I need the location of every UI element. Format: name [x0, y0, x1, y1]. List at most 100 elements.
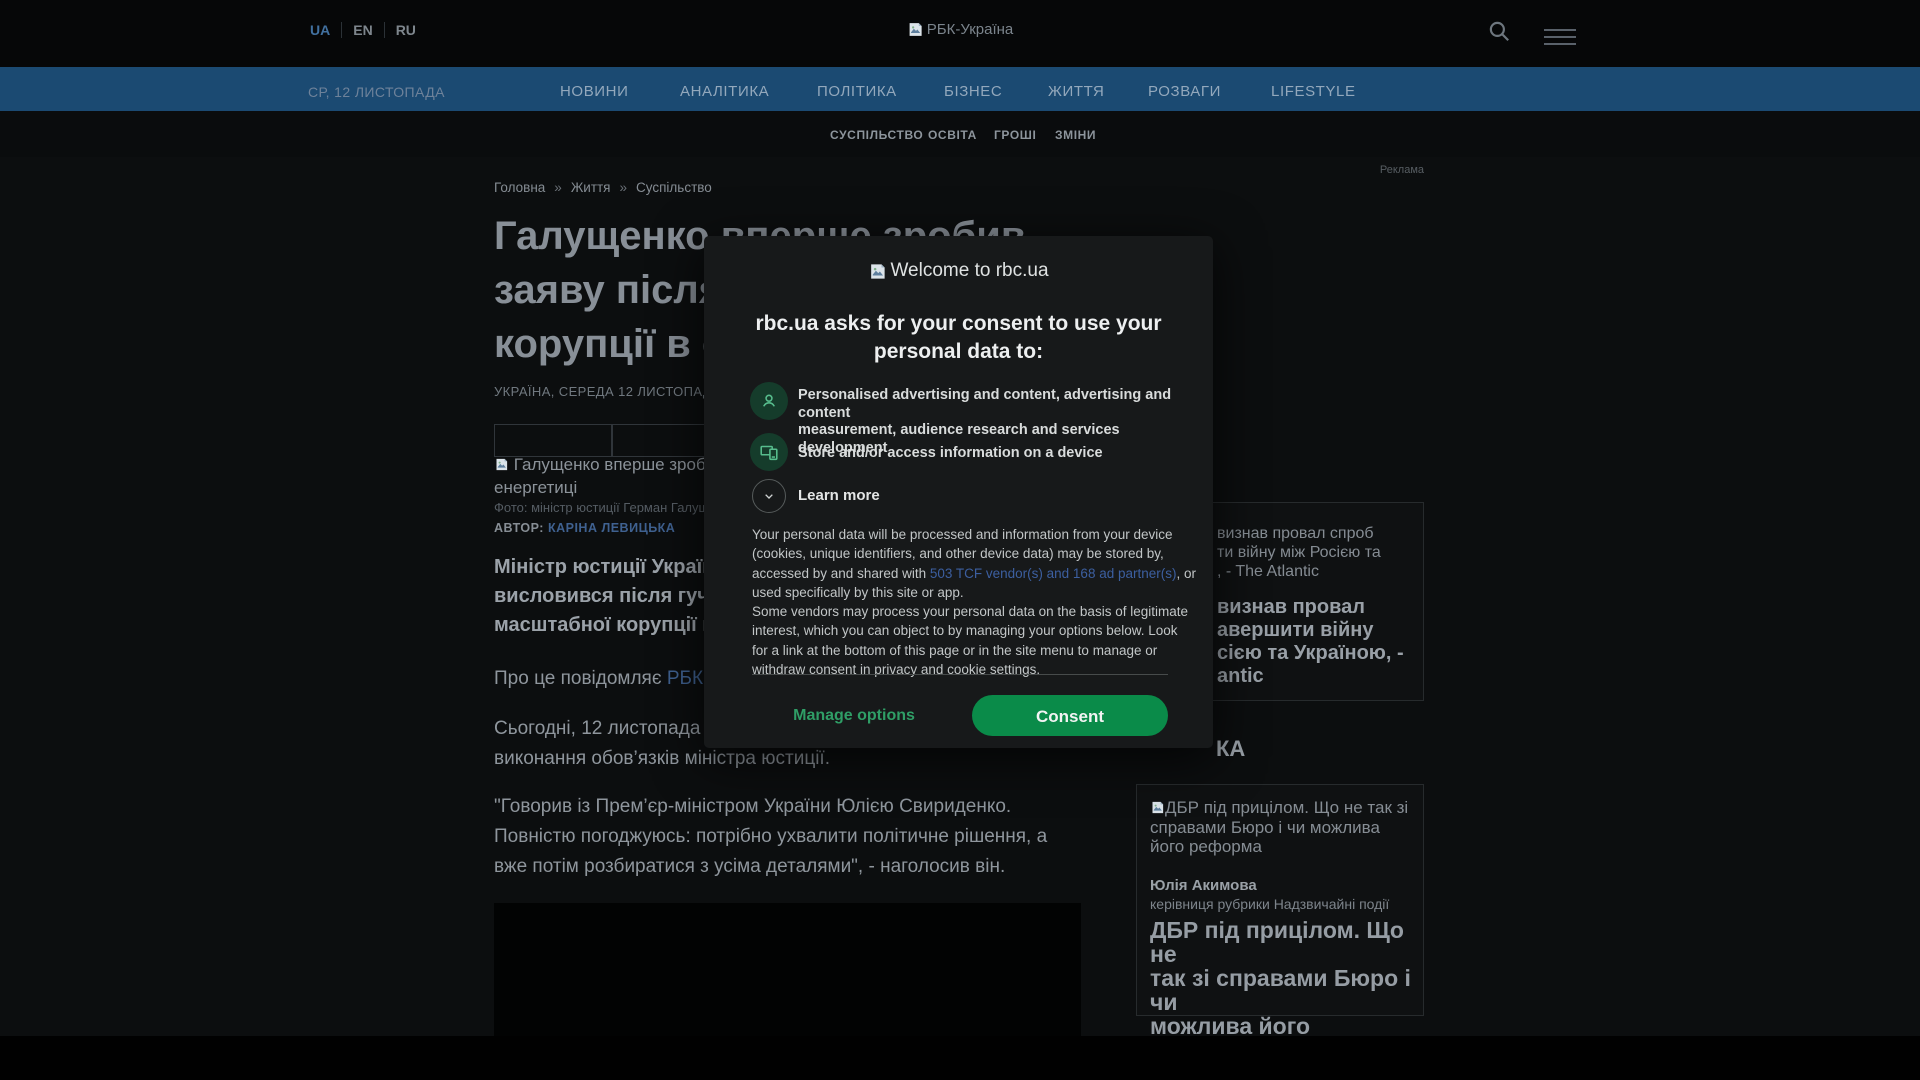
device-storage-icon	[760, 445, 778, 461]
subnav-society[interactable]: СУСПІЛЬСТВО	[830, 128, 923, 142]
heading-line: personal data to:	[873, 339, 1044, 363]
nav-item-lifestyle[interactable]: LIFESTYLE	[1271, 83, 1356, 100]
nav-item-fun[interactable]: РОЗВАГИ	[1148, 83, 1221, 100]
consent-dialog: Welcome to rbc.ua rbc.ua asks for your c…	[704, 236, 1213, 748]
dialog-heading: rbc.ua asks for your consent to use your…	[704, 310, 1213, 365]
subnav-money[interactable]: ГРОШІ	[994, 128, 1036, 142]
body-line: used specifically by this site or app.	[752, 584, 964, 600]
nav-item-politics[interactable]: ПОЛІТИКА	[817, 83, 897, 100]
image-alt-text: енергетиці	[494, 478, 578, 497]
sidebar-image-alt: визнав провал спроб	[1217, 525, 1374, 542]
subnav-changes[interactable]: ЗМІНИ	[1055, 128, 1096, 142]
body-line: withdraw consent in privacy and cookie s…	[752, 661, 1041, 677]
quote-line: вже потім розбиратися з усіма деталями",…	[494, 856, 1006, 877]
sidebar-article-title[interactable]: авершити війну	[1217, 619, 1373, 642]
title-line: так зі справами Бюро і чи	[1150, 965, 1411, 1015]
broken-image-icon	[496, 458, 508, 471]
purpose-icon-wrap	[750, 382, 788, 420]
site-header: UA EN RU РБК-Україна	[0, 0, 1920, 67]
sidebar-article-title[interactable]: сією та Україною, -	[1217, 642, 1404, 665]
quote-line: "Говорив із Прем’єр-міністром України Юл…	[494, 796, 1012, 817]
manage-options-button[interactable]: Manage options	[764, 696, 944, 736]
dialog-logo: Welcome to rbc.ua	[704, 260, 1213, 282]
sidebar-article-title[interactable]: antic	[1217, 665, 1264, 688]
body-line: accessed by and shared with 503 TCF vend…	[752, 564, 1196, 583]
body-paragraph: Сьогодні, 12 листопада	[494, 718, 701, 739]
vendors-link[interactable]: 503 TCF vendor(s) and 168 ad partner(s)	[930, 566, 1177, 581]
author-link[interactable]: КАРІНА ЛЕВИЦЬКА	[548, 521, 675, 535]
heading-line: rbc.ua asks for your consent to use your	[755, 312, 1162, 335]
sidebar-image-alt: ти війну між Росією та	[1217, 544, 1381, 561]
author-label: АВТОР:	[494, 521, 544, 535]
breadcrumb-life[interactable]: Життя	[571, 180, 611, 195]
search-icon	[1489, 21, 1509, 41]
consent-body-paragraph: Your personal data will be processed and…	[752, 525, 1196, 602]
body-text: , or	[1176, 565, 1197, 581]
divider	[383, 22, 385, 38]
body-line: interest, which you can object to by man…	[752, 623, 1178, 639]
image-alt-text: ДБР під прицілом. Що не так зі	[1165, 798, 1409, 817]
lang-ua[interactable]: UA	[310, 22, 330, 38]
bottom-ad-band	[0, 1036, 1920, 1080]
article-title-line: корупції в е	[494, 322, 725, 366]
lead-line: висловився після гучно	[494, 585, 734, 607]
language-switcher: UA EN RU	[310, 22, 416, 38]
sidebar-author-role: керівниця рубрики Надзвичайні події	[1150, 896, 1390, 912]
lang-ru[interactable]: RU	[396, 22, 416, 38]
image-alt-text: Галущенко вперше зроби	[513, 455, 716, 474]
sidebar-article-title[interactable]: визнав провал	[1217, 596, 1365, 619]
lang-en[interactable]: EN	[353, 22, 372, 38]
lead-line: масштабної корупції в	[494, 614, 715, 636]
breadcrumb: Головна » Життя » Суспільство	[494, 180, 712, 195]
consent-button[interactable]: Consent	[972, 695, 1168, 736]
breadcrumb-separator: »	[554, 180, 562, 195]
video-embed[interactable]	[494, 903, 1081, 1036]
article-image-placeholder: Галущенко вперше зроби	[494, 455, 715, 475]
image-alt-text: його реформа	[1150, 837, 1262, 856]
sidebar-author[interactable]: Юлія Акимова	[1150, 877, 1257, 894]
body-text: Про це повідомляє	[494, 668, 667, 689]
quote-line: Повністю погоджуюсь: потрібно ухвалити п…	[494, 826, 1048, 847]
logo-text: РБК-Україна	[926, 21, 1014, 38]
site-logo[interactable]: РБК-Україна	[907, 21, 1013, 38]
hamburger-icon	[1544, 29, 1576, 31]
body-paragraph: Про це повідомляє РБК	[494, 668, 703, 690]
breadcrumb-home[interactable]: Головна	[494, 180, 545, 195]
source-link[interactable]: РБК	[667, 668, 703, 689]
subnav-education[interactable]: ОСВІТА	[928, 128, 977, 142]
learn-more-label[interactable]: Learn more	[798, 487, 880, 504]
title-line: ДБР під прицілом. Що не	[1150, 917, 1404, 967]
body-text: accessed by and shared with	[752, 565, 930, 581]
breadcrumb-separator: »	[619, 180, 628, 195]
search-button[interactable]	[1486, 18, 1512, 49]
sidebar-image-alt: , - The Atlantic	[1217, 563, 1319, 580]
breadcrumb-society[interactable]: Суспільство	[636, 180, 712, 195]
nav-item-business[interactable]: БІЗНЕС	[944, 83, 1002, 100]
chevron-down-icon	[765, 494, 773, 499]
broken-image-icon	[909, 23, 922, 36]
sidebar-section-heading: КА	[1216, 736, 1246, 761]
page: UA EN RU РБК-Україна СР, 12 ЛИСТОПАДА НО…	[0, 0, 1920, 1080]
body-paragraph: виконання обов’язків міністра юстиції.	[494, 748, 830, 769]
purpose-icon-wrap	[750, 433, 788, 471]
menu-button[interactable]	[1544, 24, 1576, 50]
person-icon	[762, 394, 776, 407]
nav-item-analytics[interactable]: АНАЛІТИКА	[680, 83, 769, 100]
hamburger-icon	[1544, 36, 1576, 38]
photo-caption: Фото: міністр юстиції Герман Галущ	[494, 500, 710, 515]
sidebar-image-alt: ДБР під прицілом. Що не так зі справами …	[1150, 798, 1412, 857]
divider	[341, 22, 343, 38]
divider	[752, 674, 1168, 675]
broken-image-icon	[871, 263, 886, 279]
broken-image-icon	[1152, 801, 1164, 814]
share-button[interactable]	[494, 424, 612, 457]
nav-item-news[interactable]: НОВИНИ	[560, 83, 629, 100]
learn-more-toggle[interactable]	[752, 479, 786, 513]
consent-body-paragraph: Some vendors may process your personal d…	[752, 602, 1188, 679]
dialog-logo-alt: Welcome to rbc.ua	[890, 260, 1049, 281]
lead-line: Міністр юстиції України	[494, 556, 727, 578]
body-line: (cookies, unique identifiers, and other …	[752, 546, 1164, 562]
nav-item-life[interactable]: ЖИТТЯ	[1048, 83, 1104, 100]
ad-label: Реклама	[1379, 164, 1424, 176]
body-line: for a link at the bottom of this page or…	[752, 642, 1158, 658]
